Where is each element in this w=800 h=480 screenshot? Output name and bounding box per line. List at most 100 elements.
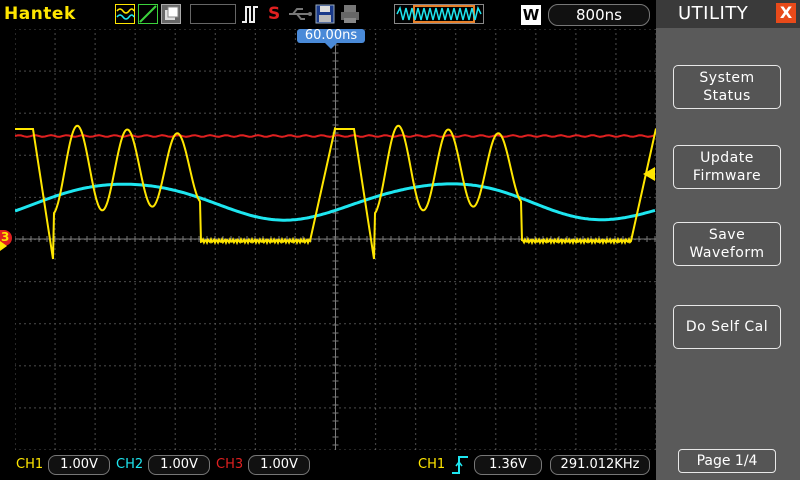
grid-dot [415, 363, 417, 365]
do-self-cal-button[interactable]: Do Self Cal [673, 305, 781, 349]
update-firmware-button[interactable]: Update Firmware [673, 145, 781, 189]
pulse-run-icon[interactable] [240, 4, 260, 24]
grid-dot [269, 154, 271, 156]
grid-dot [495, 258, 497, 260]
grid-dot [634, 281, 636, 283]
grid-dot [294, 178, 297, 180]
grid-dot [134, 128, 136, 130]
grid-dot [139, 407, 141, 409]
grid-dot [259, 29, 261, 30]
grid-dot [134, 278, 136, 280]
grid-dot [69, 29, 71, 30]
grid-dot [615, 58, 617, 60]
persistence-icon[interactable] [161, 4, 181, 24]
printer-icon[interactable] [340, 4, 360, 24]
grid-dot [459, 154, 461, 156]
grid-dot [389, 70, 391, 72]
grid-dot [254, 273, 256, 275]
grid-dot [15, 283, 16, 285]
grid-dot [99, 365, 101, 367]
grid-dot [214, 368, 216, 370]
grid-dot [455, 128, 457, 130]
grid-dot [299, 323, 301, 325]
grid-dot [214, 83, 216, 85]
grid-dot [415, 413, 417, 415]
grid-dot [134, 408, 136, 410]
grid-dot [134, 88, 136, 90]
grid-dot [214, 413, 216, 415]
waveform-display[interactable] [15, 29, 656, 450]
grid-dot [15, 358, 16, 360]
ch3-scale[interactable]: 1.00V [248, 455, 310, 475]
grid-dot [329, 281, 331, 283]
grid-dot [294, 103, 297, 105]
trigger-level-marker-icon[interactable] [643, 167, 655, 181]
grid-dot [495, 53, 497, 55]
rising-edge-icon[interactable] [451, 455, 469, 475]
grid-dot [39, 112, 41, 114]
grid-dot [495, 428, 497, 430]
timebase-value[interactable]: 800ns [548, 4, 650, 26]
grid-dot [79, 29, 81, 30]
grid-dot [619, 323, 621, 325]
grid-dot [575, 363, 577, 365]
grid-dot [219, 365, 221, 367]
grid-dot [294, 196, 296, 198]
grid-dot [44, 323, 46, 325]
grid-dot [504, 70, 506, 72]
save-disk-icon[interactable] [315, 4, 335, 24]
grid-dot [164, 196, 166, 198]
page-button[interactable]: Page 1/4 [678, 449, 776, 473]
grid-dot [559, 154, 561, 156]
grid-dot [575, 383, 577, 385]
ch1-offset-marker-icon[interactable] [0, 241, 7, 251]
grid-dot [134, 228, 136, 230]
grid-dot [214, 143, 216, 145]
grid-dot [54, 258, 56, 260]
grid-dot [79, 407, 81, 409]
system-status-button[interactable]: System Status [673, 65, 781, 109]
ch1-scale[interactable]: 1.00V [48, 455, 110, 475]
grid-dot [615, 258, 617, 260]
ch2-scale[interactable]: 1.00V [148, 455, 210, 475]
grid-dot [495, 118, 497, 120]
grid-dot [374, 258, 377, 260]
grid-dot [584, 70, 586, 72]
grid-dot [134, 433, 136, 435]
grid-dot [495, 218, 497, 220]
grid-dot [94, 158, 96, 160]
save-waveform-button[interactable]: Save Waveform [673, 222, 781, 266]
vector-display-icon[interactable] [138, 4, 158, 24]
grid-dot [139, 70, 141, 72]
grid-dot [94, 29, 96, 30]
ch1-label[interactable]: CH1 [16, 457, 43, 472]
grid-dot [274, 323, 276, 325]
grid-dot [575, 268, 577, 270]
status-bar: CH1 1.00V CH2 1.00V CH3 1.00V CH1 1.36V … [0, 450, 656, 480]
grid-dot [224, 112, 226, 114]
grid-dot [15, 29, 16, 30]
trigger-source-label[interactable]: CH1 [418, 457, 445, 472]
grid-dot [174, 293, 176, 295]
ch3-label[interactable]: CH3 [216, 457, 243, 472]
close-menu-button[interactable]: X [776, 3, 796, 23]
grid-dot [15, 193, 16, 195]
ch2-label[interactable]: CH2 [116, 457, 143, 472]
grid-dot [134, 428, 136, 430]
wave-acquire-icon[interactable] [115, 4, 135, 24]
grid-dot [309, 154, 311, 156]
grid-dot [534, 196, 536, 198]
grid-dot [15, 443, 16, 445]
grid-dot [504, 154, 506, 156]
trigger-level[interactable]: 1.36V [474, 455, 542, 475]
grid-dot [24, 70, 26, 72]
grid-dot [254, 308, 256, 310]
trigger-position-marker[interactable]: 60.00ns [297, 28, 365, 49]
grid-dot [174, 363, 176, 365]
grid-dot [54, 343, 56, 345]
grid-dot [39, 196, 41, 198]
grid-dot [579, 365, 581, 367]
grid-dot [134, 283, 136, 285]
grid-dot [89, 323, 91, 325]
grid-dot [69, 281, 71, 283]
